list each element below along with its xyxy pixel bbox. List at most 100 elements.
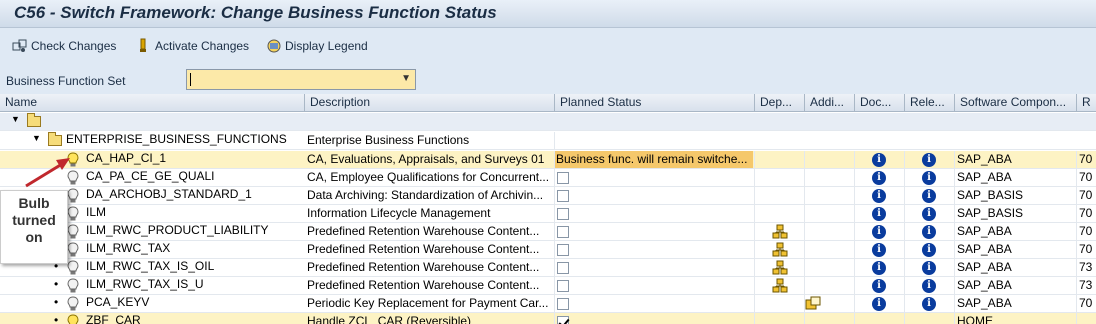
planned-status-cell — [555, 187, 755, 205]
additional-cell — [805, 223, 855, 241]
col-header-software-component[interactable]: Software Compon... — [955, 94, 1077, 112]
release-cell — [905, 313, 955, 324]
planned-status-cell — [555, 205, 755, 223]
business-function-description: Data Archiving: Standardization of Archi… — [305, 187, 555, 205]
planned-status-checkbox[interactable] — [557, 280, 569, 292]
release-info-icon[interactable]: i — [922, 207, 936, 221]
planned-status-checkbox[interactable] — [557, 244, 569, 256]
planned-status-checkbox[interactable] — [557, 298, 569, 310]
col-header-additional[interactable]: Addi... — [805, 94, 855, 112]
release-number: 73 — [1079, 260, 1093, 274]
planned-status-cell: Business func. will remain switche... — [555, 151, 755, 169]
planned-status-checkbox[interactable] — [557, 262, 569, 274]
table-row[interactable]: ILM Information Lifecycle Management i i SAP… — [0, 205, 1096, 223]
activate-changes-icon — [136, 38, 152, 54]
bf-set-dropdown[interactable]: ▼ — [186, 69, 416, 90]
display-legend-button[interactable]: Display Legend — [266, 37, 368, 55]
dependencies-icon[interactable] — [772, 278, 788, 295]
table-row[interactable]: CA_HAP_CI_1 CA, Evaluations, Appraisals, … — [0, 151, 1096, 169]
documentation-info-icon[interactable]: i — [872, 297, 886, 311]
documentation-cell — [855, 313, 905, 324]
release-info-icon[interactable]: i — [922, 225, 936, 239]
planned-status-cell — [555, 259, 755, 277]
additional-info-icon[interactable] — [805, 296, 821, 313]
planned-status-checkbox[interactable] — [557, 226, 569, 238]
documentation-info-icon[interactable]: i — [872, 207, 886, 221]
release-info-icon[interactable]: i — [922, 261, 936, 275]
expand-arrow-icon[interactable]: ▼ — [32, 133, 41, 143]
additional-cell — [805, 277, 855, 295]
release-cell: i — [905, 241, 955, 259]
release-info-icon[interactable]: i — [922, 279, 936, 293]
callout-line-1: Bulb — [18, 195, 50, 211]
planned-status-checkbox[interactable] — [557, 190, 569, 202]
table-row[interactable]: ILM_RWC_TAX Predefined Retention Warehous… — [0, 241, 1096, 259]
documentation-cell: i — [855, 205, 905, 223]
documentation-info-icon[interactable]: i — [872, 189, 886, 203]
grid-header: Name Description Planned Status Dep... A… — [0, 94, 1096, 112]
table-row[interactable]: • ILM_RWC_TAX_IS_U Predefined Retention Wa… — [0, 277, 1096, 295]
planned-status-checkbox[interactable] — [557, 172, 569, 184]
col-header-dependencies[interactable]: Dep... — [755, 94, 805, 112]
group-name: ENTERPRISE_BUSINESS_FUNCTIONS — [66, 132, 287, 146]
col-header-documentation[interactable]: Doc... — [855, 94, 905, 112]
business-function-name: ILM — [86, 205, 107, 219]
business-function-description: Predefined Retention Warehouse Content..… — [305, 223, 555, 241]
business-function-description: Periodic Key Replacement for Payment Car… — [305, 295, 555, 313]
bulb-callout: Bulb turned on — [0, 190, 68, 264]
dependencies-cell — [755, 277, 805, 295]
business-function-grid: Name Description Planned Status Dep... A… — [0, 94, 1096, 324]
table-row[interactable]: DA_ARCHOBJ_STANDARD_1 Data Archiving: Sta… — [0, 187, 1096, 205]
col-header-r[interactable]: R — [1077, 94, 1096, 112]
documentation-info-icon[interactable]: i — [872, 243, 886, 257]
dependencies-cell — [755, 259, 805, 277]
col-header-release[interactable]: Rele... — [905, 94, 955, 112]
callout-line-3: on — [25, 229, 43, 245]
release-info-icon[interactable]: i — [922, 297, 936, 311]
release-number: 70 — [1079, 296, 1093, 310]
col-header-description[interactable]: Description — [305, 94, 555, 112]
table-row[interactable]: CA_PA_CE_GE_QUALI CA, Employee Qualificat… — [0, 169, 1096, 187]
documentation-info-icon[interactable]: i — [872, 153, 886, 167]
software-component: SAP_ABA — [955, 259, 1077, 277]
tree-root-row[interactable]: ▼ — [0, 113, 1096, 131]
release-cell: i — [905, 223, 955, 241]
additional-cell — [805, 205, 855, 223]
release-info-icon[interactable]: i — [922, 153, 936, 167]
release-info-icon[interactable]: i — [922, 189, 936, 203]
legend-icon — [266, 38, 282, 54]
check-changes-icon — [12, 38, 28, 54]
documentation-info-icon[interactable]: i — [872, 261, 886, 275]
dependencies-cell — [755, 187, 805, 205]
check-changes-button[interactable]: Check Changes — [12, 37, 116, 55]
release-info-icon[interactable]: i — [922, 171, 936, 185]
chevron-down-icon[interactable]: ▼ — [401, 73, 411, 84]
col-header-planned-status[interactable]: Planned Status — [555, 94, 755, 112]
documentation-info-icon[interactable]: i — [872, 225, 886, 239]
software-component: SAP_BASIS — [955, 205, 1077, 223]
dependencies-icon[interactable] — [772, 242, 788, 259]
release-info-icon[interactable]: i — [922, 243, 936, 257]
expand-arrow-icon[interactable]: ▼ — [11, 114, 20, 124]
table-row[interactable]: • PCA_KEYV Periodic Key Replacement for Pa… — [0, 295, 1096, 313]
software-component: SAP_ABA — [955, 169, 1077, 187]
table-row[interactable]: • ZBF_CAR Handle ZCL_CAR (Reversible) HOME — [0, 313, 1096, 324]
bullet-icon: • — [54, 313, 59, 324]
dependencies-cell — [755, 295, 805, 313]
planned-status-checkbox[interactable] — [557, 208, 569, 220]
additional-cell — [805, 187, 855, 205]
bulb-on-icon — [66, 314, 80, 324]
documentation-info-icon[interactable]: i — [872, 171, 886, 185]
activate-changes-button[interactable]: Activate Changes — [136, 37, 249, 55]
business-function-description: Predefined Retention Warehouse Content..… — [305, 241, 555, 259]
planned-status-checkbox[interactable] — [557, 316, 569, 324]
table-row[interactable]: ILM_RWC_PRODUCT_LIABILITY Predefined Rete… — [0, 223, 1096, 241]
documentation-cell: i — [855, 241, 905, 259]
table-row[interactable]: • ILM_RWC_TAX_IS_OIL Predefined Retention … — [0, 259, 1096, 277]
dependencies-icon[interactable] — [772, 260, 788, 277]
documentation-info-icon[interactable]: i — [872, 279, 886, 293]
dependencies-icon[interactable] — [772, 224, 788, 241]
col-header-name[interactable]: Name — [0, 94, 305, 112]
tree-group-row[interactable]: ▼ ENTERPRISE_BUSINESS_FUNCTIONS Enterpri… — [0, 132, 1096, 150]
business-function-name: CA_HAP_CI_1 — [86, 151, 167, 165]
